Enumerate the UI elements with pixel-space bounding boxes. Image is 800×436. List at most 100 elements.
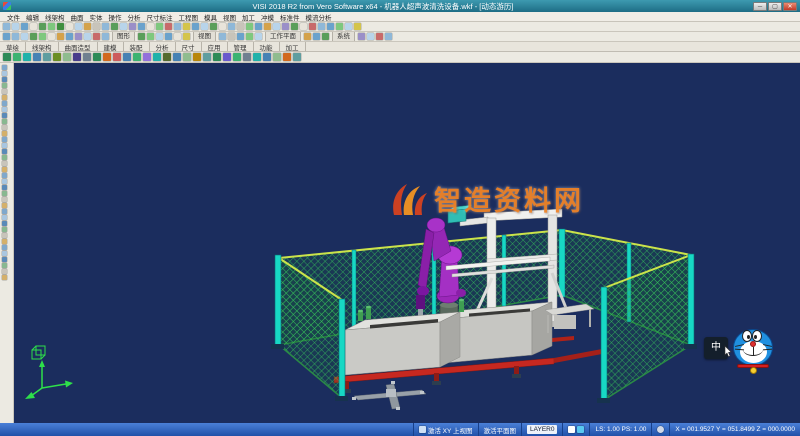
tab-item-功能[interactable]: 功能 (254, 42, 280, 51)
toolbar-icon[interactable] (93, 33, 100, 40)
toolbar-icon[interactable] (2, 143, 7, 148)
toolbar-icon[interactable] (2, 119, 7, 124)
toolbar-icon[interactable] (2, 149, 7, 154)
menu-item-文件[interactable]: 文件 (4, 12, 23, 22)
tab-item-应用[interactable]: 应用 (202, 42, 228, 51)
toolbar-icon[interactable] (48, 23, 55, 30)
toolbar-icon[interactable] (2, 209, 7, 214)
toolbar-icon[interactable] (3, 53, 11, 61)
tab-item-尺寸[interactable]: 尺寸 (176, 42, 202, 51)
toolbar-icon[interactable] (57, 23, 64, 30)
toolbar-icon[interactable] (253, 53, 261, 61)
toolbar-icon[interactable] (2, 125, 7, 130)
toolbar-icon[interactable] (156, 33, 163, 40)
toolbar-icon[interactable] (102, 23, 109, 30)
toolbar-icon[interactable] (13, 53, 21, 61)
toolbar-icon[interactable] (210, 23, 217, 30)
toolbar-icon[interactable] (21, 23, 28, 30)
toolbar-icon[interactable] (2, 113, 7, 118)
tab-item-管理[interactable]: 管理 (228, 42, 254, 51)
toolbar-icon[interactable] (309, 23, 316, 30)
toolbar-icon[interactable] (263, 53, 271, 61)
toolbar-icon[interactable] (66, 33, 73, 40)
toolbar-icon[interactable] (2, 137, 7, 142)
toolbar-icon[interactable] (75, 23, 82, 30)
toolbar-icon[interactable] (2, 173, 7, 178)
toolbar-icon[interactable] (73, 53, 81, 61)
toolbar-icon[interactable] (133, 53, 141, 61)
toolbar-icon[interactable] (33, 53, 41, 61)
toolbar-icon[interactable] (385, 33, 392, 40)
toolbar-icon[interactable] (313, 33, 320, 40)
toolbar-icon[interactable] (2, 275, 7, 280)
menu-item-模流分析[interactable]: 模流分析 (303, 12, 335, 22)
toolbar-icon[interactable] (2, 65, 7, 70)
toolbar-icon[interactable] (2, 95, 7, 100)
toolbar-icon[interactable] (163, 53, 171, 61)
toolbar-icon[interactable] (345, 23, 352, 30)
toolbar-icon[interactable] (53, 53, 61, 61)
toolbar-icon[interactable] (358, 33, 365, 40)
toolbar-icon[interactable] (2, 89, 7, 94)
toolbar-icon[interactable] (2, 257, 7, 262)
toolbar-icon[interactable] (165, 33, 172, 40)
toolbar-icon[interactable] (2, 245, 7, 250)
toolbar-icon[interactable] (336, 23, 343, 30)
color-swatch-icon[interactable] (568, 426, 575, 433)
tab-item-装配[interactable]: 装配 (124, 42, 150, 51)
toolbar-icon[interactable] (2, 167, 7, 172)
toolbar-icon[interactable] (2, 263, 7, 268)
viewport-3d[interactable]: 智造资料网 中 (14, 63, 800, 423)
linetype-swatch-icon[interactable] (577, 426, 584, 433)
status-plane[interactable]: 激活平面图 (478, 423, 522, 436)
toolbar-icon[interactable] (102, 33, 109, 40)
toolbar-icon[interactable] (83, 53, 91, 61)
toolbar-icon[interactable] (165, 23, 172, 30)
toolbar-icon[interactable] (2, 269, 7, 274)
toolbar-icon[interactable] (282, 23, 289, 30)
toolbar-icon[interactable] (291, 23, 298, 30)
tab-item-线架构[interactable]: 线架构 (26, 42, 59, 51)
toolbar-icon[interactable] (12, 23, 19, 30)
toolbar-icon[interactable] (376, 33, 383, 40)
menu-item-尺寸标注[interactable]: 尺寸标注 (144, 12, 176, 22)
toolbar-icon[interactable] (120, 23, 127, 30)
toolbar-icon[interactable] (183, 53, 191, 61)
toolbar-icon[interactable] (138, 23, 145, 30)
status-layer[interactable]: LAYER0 (521, 423, 562, 436)
toolbar-icon[interactable] (84, 33, 91, 40)
toolbar-icon[interactable] (237, 33, 244, 40)
toolbar-icon[interactable] (219, 23, 226, 30)
toolbar-icon[interactable] (367, 33, 374, 40)
toolbar-icon[interactable] (304, 33, 311, 40)
toolbar-icon[interactable] (2, 107, 7, 112)
toolbar-icon[interactable] (2, 131, 7, 136)
toolbar-icon[interactable] (2, 197, 7, 202)
toolbar-icon[interactable] (2, 155, 7, 160)
toolbar-icon[interactable] (2, 191, 7, 196)
toolbar-icon[interactable] (322, 33, 329, 40)
toolbar-icon[interactable] (21, 33, 28, 40)
toolbar-icon[interactable] (113, 53, 121, 61)
menu-item-加工[interactable]: 加工 (239, 12, 258, 22)
tab-item-建模[interactable]: 建模 (98, 42, 124, 51)
menu-item-冲模[interactable]: 冲模 (258, 12, 277, 22)
toolbar-icon[interactable] (255, 33, 262, 40)
toolbar-icon[interactable] (2, 101, 7, 106)
toolbar-icon[interactable] (57, 33, 64, 40)
toolbar-group-workplane[interactable]: 工作平面 (265, 32, 301, 41)
toolbar-icon[interactable] (2, 71, 7, 76)
toolbar-icon[interactable] (2, 77, 7, 82)
toolbar-icon[interactable] (23, 53, 31, 61)
toolbar-icon[interactable] (66, 23, 73, 30)
toolbar-icon[interactable] (213, 53, 221, 61)
toolbar-group-system[interactable]: 系统 (332, 32, 355, 41)
toolbar-icon[interactable] (30, 33, 37, 40)
toolbar-icon[interactable] (2, 185, 7, 190)
toolbar-icon[interactable] (3, 23, 10, 30)
menu-item-分析[interactable]: 分析 (125, 12, 144, 22)
status-snap[interactable] (651, 423, 669, 436)
menu-item-操作[interactable]: 操作 (106, 12, 125, 22)
menu-item-曲面[interactable]: 曲面 (68, 12, 87, 22)
menu-item-实体[interactable]: 实体 (87, 12, 106, 22)
